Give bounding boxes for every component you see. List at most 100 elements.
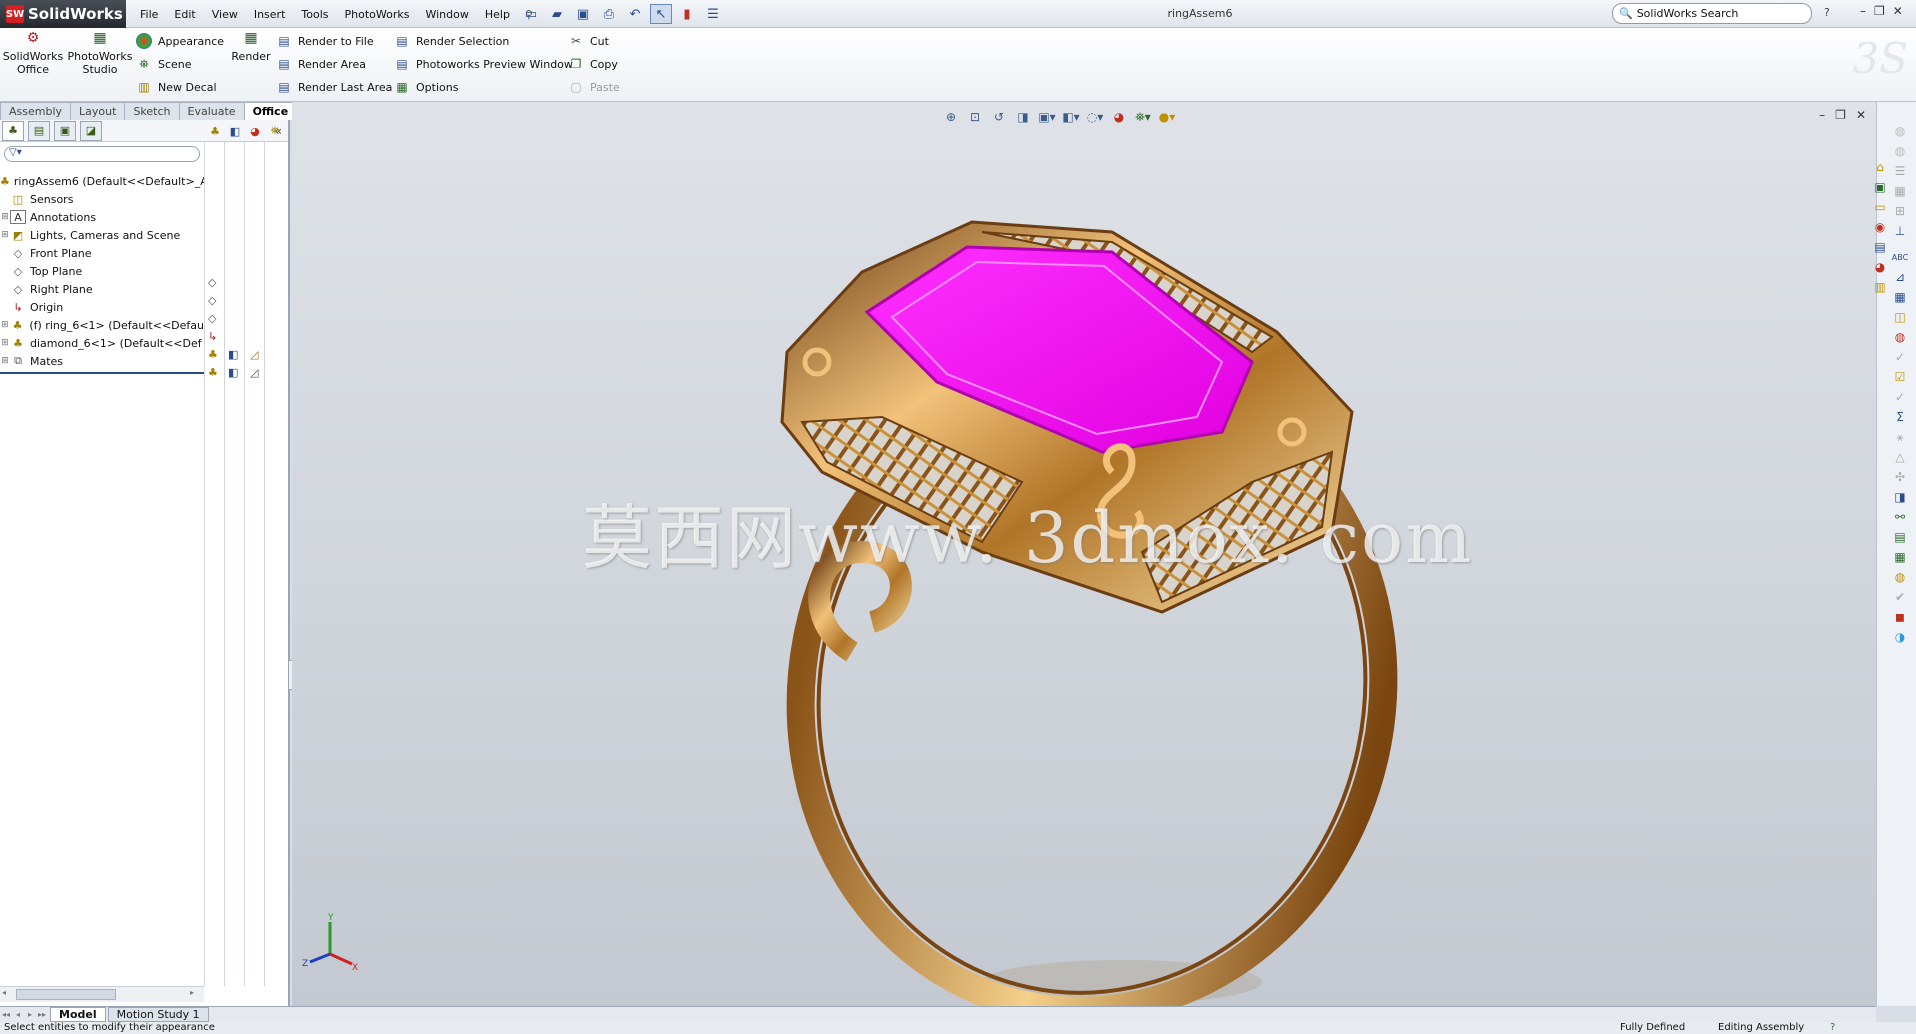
menu-window[interactable]: Window (417, 8, 476, 21)
solidworks-logo[interactable]: SW SolidWorks (0, 0, 126, 28)
resources-icon[interactable]: ◍ (1891, 122, 1909, 140)
tab-evaluate[interactable]: Evaluate (178, 102, 245, 120)
sustainability-icon[interactable]: ◑ (1891, 628, 1909, 646)
plane-visibility-icon[interactable]: ◇ (208, 312, 216, 325)
save-icon[interactable]: ▣ (572, 4, 594, 24)
open-folder-icon[interactable]: ▰ (546, 4, 568, 24)
file-explorer-icon[interactable]: ▭ (1871, 198, 1889, 216)
menu-help[interactable]: Help (477, 8, 518, 21)
statistics-icon[interactable]: ◍ (1891, 328, 1909, 346)
menu-tools[interactable]: Tools (293, 8, 336, 21)
expand-icon[interactable]: ⊞ (0, 320, 10, 330)
solidworks-search-input[interactable]: 🔍 SolidWorks Search (1612, 3, 1812, 24)
axes-icon[interactable]: ⊥ (1891, 222, 1909, 240)
tree-item-right-plane[interactable]: ◇ Right Plane (0, 280, 204, 298)
tree-root[interactable]: ♣ ringAssem6 (Default<<Default>_A (0, 172, 204, 190)
viewport-minimize-icon[interactable]: – (1819, 108, 1825, 122)
check-icon[interactable]: ✓ (1891, 348, 1909, 366)
measure-icon[interactable]: ⊿ (1891, 268, 1909, 286)
expand-icon[interactable]: ⊞ (0, 230, 10, 240)
tree-item-mates[interactable]: ⊞ ⧉ Mates (0, 352, 204, 370)
property-manager-tab-icon[interactable]: ▤ (28, 120, 50, 141)
hide-show-icon[interactable]: ♣ (206, 122, 224, 140)
configuration-manager-tab-icon[interactable]: ▣ (54, 120, 76, 141)
scrollbar-thumb[interactable] (16, 989, 116, 1000)
ring-appearance-icon[interactable]: ◿ (250, 348, 258, 361)
rebuild-icon[interactable]: ▮ (676, 4, 698, 24)
file-properties-icon[interactable]: ☰ (702, 4, 724, 24)
options-button[interactable]: ▦ Options (394, 78, 573, 96)
display-style-icon[interactable]: ◧▾ (1062, 108, 1080, 126)
menu-photoworks[interactable]: PhotoWorks (337, 8, 418, 21)
transparency-icon[interactable]: ⛯ (266, 122, 284, 140)
zoom-to-fit-icon[interactable]: ⊕ (942, 108, 960, 126)
scene-button[interactable]: ⛯ Scene (136, 55, 224, 73)
viewport-restore-icon[interactable]: ❐ (1835, 108, 1846, 122)
print-icon[interactable]: ⎙ (598, 4, 620, 24)
menu-insert[interactable]: Insert (246, 8, 294, 21)
simulation-icon[interactable]: △ (1891, 448, 1909, 466)
new-document-icon[interactable]: ▭ (520, 4, 542, 24)
apply-scene-icon[interactable]: ⛯▾ (1134, 108, 1152, 126)
section-properties-icon[interactable]: ◫ (1891, 308, 1909, 326)
tree-horizontal-scrollbar[interactable]: ◂ ▸ (0, 986, 204, 1002)
home-icon[interactable]: ⌂ (1871, 158, 1889, 176)
tree-item-ring[interactable]: ⊞ ♣ (f) ring_6<1> (Default<<Defau (0, 316, 204, 334)
interference-icon[interactable]: ⚯ (1891, 508, 1909, 526)
tree-item-sensors[interactable]: ◫ Sensors (0, 190, 204, 208)
copy-button[interactable]: ❐ Copy (568, 55, 620, 73)
undo-icon[interactable]: ↶ (624, 4, 646, 24)
tree-item-diamond[interactable]: ⊞ ♣ diamond_6<1> (Default<<Def (0, 334, 204, 352)
search-results-icon[interactable]: ◉ (1871, 218, 1889, 236)
hide-show-items-icon[interactable]: ◌▾ (1086, 108, 1104, 126)
diamond-appearance-icon[interactable]: ◿ (250, 366, 258, 379)
scroll-left-icon[interactable]: ◂ (2, 988, 6, 997)
tree-item-lights[interactable]: ⊞ ◩ Lights, Cameras and Scene (0, 226, 204, 244)
design-check-icon[interactable]: ✔ (1891, 588, 1909, 606)
select-pointer-icon[interactable]: ↖ (650, 4, 672, 24)
paste-button[interactable]: ▢ Paste (568, 78, 619, 96)
new-decal-button[interactable]: ▥ New Decal (136, 78, 224, 96)
expand-icon[interactable]: ⊞ (0, 212, 10, 222)
tab-model[interactable]: Model (50, 1007, 106, 1022)
assembly-xpert-icon[interactable]: ◍ (1891, 568, 1909, 586)
close-icon[interactable]: ✕ (1893, 4, 1903, 18)
spell-check-icon[interactable]: ABC (1891, 248, 1909, 266)
edit-appearance-icon[interactable]: ◕ (1110, 108, 1128, 126)
large-assembly-icon[interactable]: ▦ (1891, 548, 1909, 566)
solidworks-office-button[interactable]: ⚙ SolidWorks Office (3, 31, 63, 76)
appearance-pane-icon[interactable]: ◕ (246, 122, 264, 140)
scroll-right-icon[interactable]: ▸ (190, 988, 194, 997)
origin-visibility-icon[interactable]: ↳ (208, 330, 217, 343)
motion-icon[interactable]: ✣ (1891, 468, 1909, 486)
view-palette-2-icon[interactable]: ▤ (1871, 238, 1889, 256)
tree-item-origin[interactable]: ↳ Origin (0, 298, 204, 316)
ring-display-mode-icon[interactable]: ◧ (228, 348, 238, 361)
mass-properties-icon[interactable]: ▦ (1891, 288, 1909, 306)
tab-assembly[interactable]: Assembly (0, 102, 72, 120)
collision-icon[interactable]: ◨ (1891, 488, 1909, 506)
diamond-display-mode-icon[interactable]: ◧ (228, 366, 238, 379)
minimize-icon[interactable]: – (1860, 4, 1866, 18)
view-palette-icon[interactable]: ▣ (1871, 178, 1889, 196)
display-manager-tab-icon[interactable]: ◪ (80, 120, 102, 141)
compare-icon[interactable]: ◼ (1891, 608, 1909, 626)
feature-tree-tab-icon[interactable]: ♣ (2, 120, 24, 141)
help-icon[interactable]: ? (1824, 6, 1830, 19)
render-button[interactable]: ▦ Render (228, 31, 274, 63)
tree-item-top-plane[interactable]: ◇ Top Plane (0, 262, 204, 280)
tree-item-annotations[interactable]: ⊞ A Annotations (0, 208, 204, 226)
ring-visibility-icon[interactable]: ♣ (208, 348, 218, 361)
prev-tab-icon[interactable]: ◂ (12, 1010, 24, 1019)
previous-view-icon[interactable]: ↺ (990, 108, 1008, 126)
expand-icon[interactable]: ⊞ (0, 338, 10, 348)
photoworks-studio-button[interactable]: ▦ PhotoWorks Studio (68, 31, 133, 76)
tree-item-front-plane[interactable]: ◇ Front Plane (0, 244, 204, 262)
render-to-file-button[interactable]: ▤ Render to File (276, 32, 392, 50)
custom-properties-icon[interactable]: ▥ (1871, 278, 1889, 296)
tab-motion-study[interactable]: Motion Study 1 (107, 1007, 209, 1022)
equations-icon[interactable]: Σ (1891, 408, 1909, 426)
expand-icon[interactable]: ⊞ (0, 356, 10, 366)
menu-view[interactable]: View (204, 8, 246, 21)
design-library-icon[interactable]: ◍ (1891, 142, 1909, 160)
